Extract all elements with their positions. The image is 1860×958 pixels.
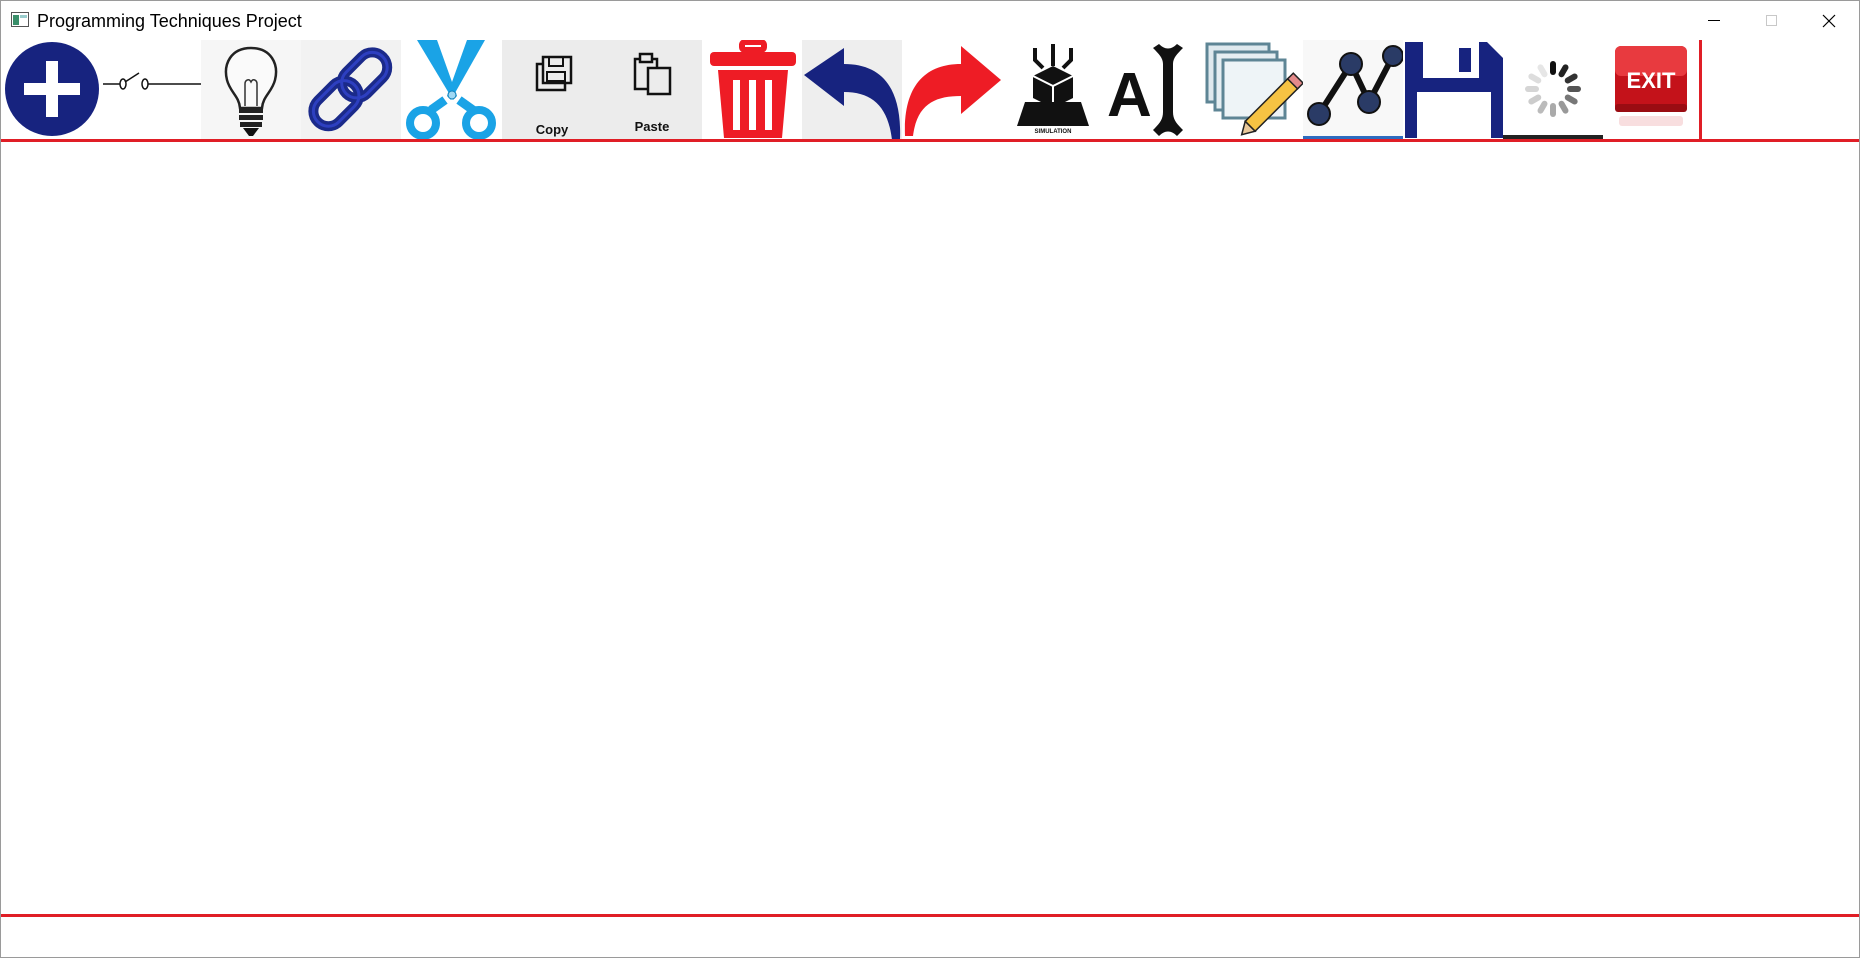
exit-label: EXIT (1627, 68, 1676, 93)
paste-button[interactable]: Paste (602, 40, 702, 140)
minimize-icon (1708, 20, 1720, 21)
toolbar-separator (1699, 40, 1702, 140)
drawing-canvas[interactable] (1, 142, 1859, 914)
label-letter: A (1107, 61, 1152, 130)
edit-button[interactable] (1203, 40, 1303, 140)
copy-button[interactable]: Copy (502, 40, 602, 140)
minimize-button[interactable] (1684, 1, 1742, 40)
simulation-icon (1017, 44, 1089, 126)
exit-sign-icon: EXIT (1615, 46, 1687, 126)
chain-link-icon (308, 47, 393, 132)
app-window: Programming Techniques Project Copy Past… (0, 0, 1860, 958)
simulation-button[interactable]: SIMULATION (1003, 40, 1103, 140)
label-button[interactable]: A (1103, 40, 1203, 140)
toolbar: Copy Paste SIMULATION A EXIT (1, 40, 1706, 140)
edit-pages-icon (1205, 42, 1303, 136)
switch-button[interactable] (101, 40, 201, 140)
status-bar (1, 917, 1859, 957)
delete-button[interactable] (702, 40, 802, 140)
trash-icon (710, 40, 796, 138)
close-icon (1822, 14, 1836, 28)
add-button[interactable] (1, 40, 101, 140)
window-title: Programming Techniques Project (37, 11, 302, 31)
redo-arrow-icon (904, 46, 1001, 136)
title-bar[interactable]: Programming Techniques Project (1, 1, 1859, 40)
cut-button[interactable] (401, 40, 501, 140)
paste-label: Paste (634, 119, 670, 134)
simulation-label: SIMULATION (1034, 129, 1072, 135)
connection-button[interactable] (1303, 40, 1403, 140)
maximize-icon (1766, 15, 1777, 26)
load-button[interactable] (1503, 40, 1603, 140)
maximize-button[interactable] (1742, 1, 1800, 40)
app-icon (11, 12, 29, 27)
bulb-button[interactable] (201, 40, 301, 140)
switch-icon (103, 72, 201, 90)
redo-button[interactable] (903, 40, 1003, 140)
loading-spinner-icon (1503, 61, 1603, 140)
text-cursor-icon: A (1107, 44, 1183, 136)
copy-label: Copy (535, 122, 569, 137)
floppy-disk-icon (1405, 42, 1503, 138)
link-button[interactable] (301, 40, 401, 140)
light-bulb-icon (224, 46, 278, 136)
close-button[interactable] (1800, 1, 1858, 40)
scissors-icon (406, 40, 496, 140)
add-circle-icon (5, 42, 99, 136)
undo-arrow-icon (804, 48, 901, 140)
connection-nodes-icon (1303, 45, 1403, 140)
undo-button[interactable] (802, 40, 902, 140)
save-button[interactable] (1403, 40, 1503, 140)
exit-button[interactable]: EXIT (1603, 40, 1703, 140)
